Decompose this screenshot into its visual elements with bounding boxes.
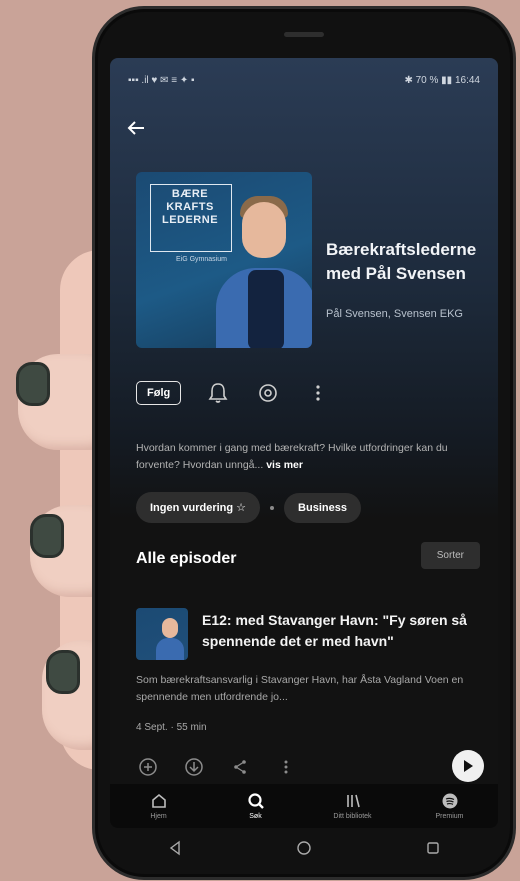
rating-chip[interactable]: Ingen vurdering ☆	[136, 492, 261, 523]
phone-speaker	[284, 32, 324, 37]
system-nav-bar	[110, 828, 498, 868]
status-right: ✱ 70 % ▮▮ 16:44	[404, 74, 480, 86]
fingernail-top	[16, 362, 50, 406]
episode-thumbnail[interactable]	[136, 608, 188, 660]
tab-search-label: Søk	[249, 813, 262, 820]
cover-person-face	[242, 202, 286, 258]
app-screen: ▪▪▪ .il ♥ ✉ ≡ ✦ ▪ ✱ 70 % ▮▮ 16:44 BÆRE K…	[110, 58, 498, 828]
podcast-cover-art: BÆRE KRAFTS LEDERNE EiG Gymnasium	[136, 172, 312, 348]
status-left: ▪▪▪ .il ♥ ✉ ≡ ✦ ▪	[128, 74, 195, 86]
fingernail-middle	[30, 514, 64, 558]
episode-thumb-jacket	[156, 638, 184, 660]
add-episode-icon[interactable]	[136, 755, 160, 779]
tab-premium[interactable]: Premium	[410, 792, 490, 820]
bottom-tab-bar: Hjem Søk Ditt bibliotek Premium	[110, 784, 498, 828]
podcast-chips: Ingen vurdering ☆ Business	[136, 492, 361, 523]
nav-home-icon[interactable]	[296, 840, 312, 856]
follow-button[interactable]: Følg	[136, 381, 182, 405]
play-icon[interactable]	[452, 750, 484, 782]
back-arrow-icon[interactable]	[126, 120, 154, 140]
nav-back-icon[interactable]	[167, 840, 183, 856]
episode-meta: 4 Sept. · 55 min	[136, 722, 207, 733]
spotify-icon	[442, 793, 457, 809]
show-more-link[interactable]: vis mer	[266, 459, 303, 471]
nav-recents-icon[interactable]	[425, 840, 441, 856]
episode-actions	[136, 752, 486, 782]
more-options-icon[interactable]	[305, 380, 331, 406]
search-icon	[247, 793, 264, 809]
tab-premium-label: Premium	[435, 813, 464, 820]
episode-title[interactable]: E12: med Stavanger Havn: "Fy søren så sp…	[202, 610, 488, 652]
share-icon[interactable]	[228, 755, 252, 779]
tab-search[interactable]: Søk	[216, 792, 296, 820]
category-chip[interactable]: Business	[284, 492, 361, 523]
episode-thumb-face	[162, 618, 178, 638]
podcast-title: Bærekraftslederne med Pål Svensen	[326, 240, 477, 283]
episode-description: Som bærekraftsansvarlig i Stavanger Havn…	[136, 674, 464, 703]
tab-home[interactable]: Hjem	[119, 792, 199, 820]
tab-library-label: Ditt bibliotek	[333, 813, 372, 820]
tab-library[interactable]: Ditt bibliotek	[313, 792, 393, 820]
cover-subtitle: EiG Gymnasium	[176, 256, 227, 263]
podcast-author[interactable]: Pål Svensen, Svensen EKG	[326, 306, 486, 322]
cover-person-shirt	[248, 270, 284, 348]
cover-logo-text: BÆRE KRAFTS LEDERNE	[161, 188, 219, 226]
home-icon	[151, 793, 166, 808]
podcast-actions: Følg	[136, 380, 331, 406]
settings-gear-icon[interactable]	[255, 380, 281, 406]
fingernail-bottom	[46, 650, 80, 694]
episodes-heading: Alle episoder	[136, 550, 237, 567]
library-icon	[346, 794, 360, 808]
notification-bell-icon[interactable]	[205, 380, 231, 406]
download-icon[interactable]	[182, 755, 206, 779]
podcast-description: Hvordan kommer i gang med bærekraft? Hvi…	[136, 440, 482, 474]
phone-device: ▪▪▪ .il ♥ ✉ ≡ ✦ ▪ ✱ 70 % ▮▮ 16:44 BÆRE K…	[98, 12, 510, 874]
status-bar: ▪▪▪ .il ♥ ✉ ≡ ✦ ▪ ✱ 70 % ▮▮ 16:44	[128, 72, 480, 88]
sort-button[interactable]: Sorter	[420, 542, 480, 569]
chip-separator	[270, 505, 275, 510]
tab-home-label: Hjem	[150, 813, 167, 820]
episode-more-icon[interactable]	[274, 755, 298, 779]
